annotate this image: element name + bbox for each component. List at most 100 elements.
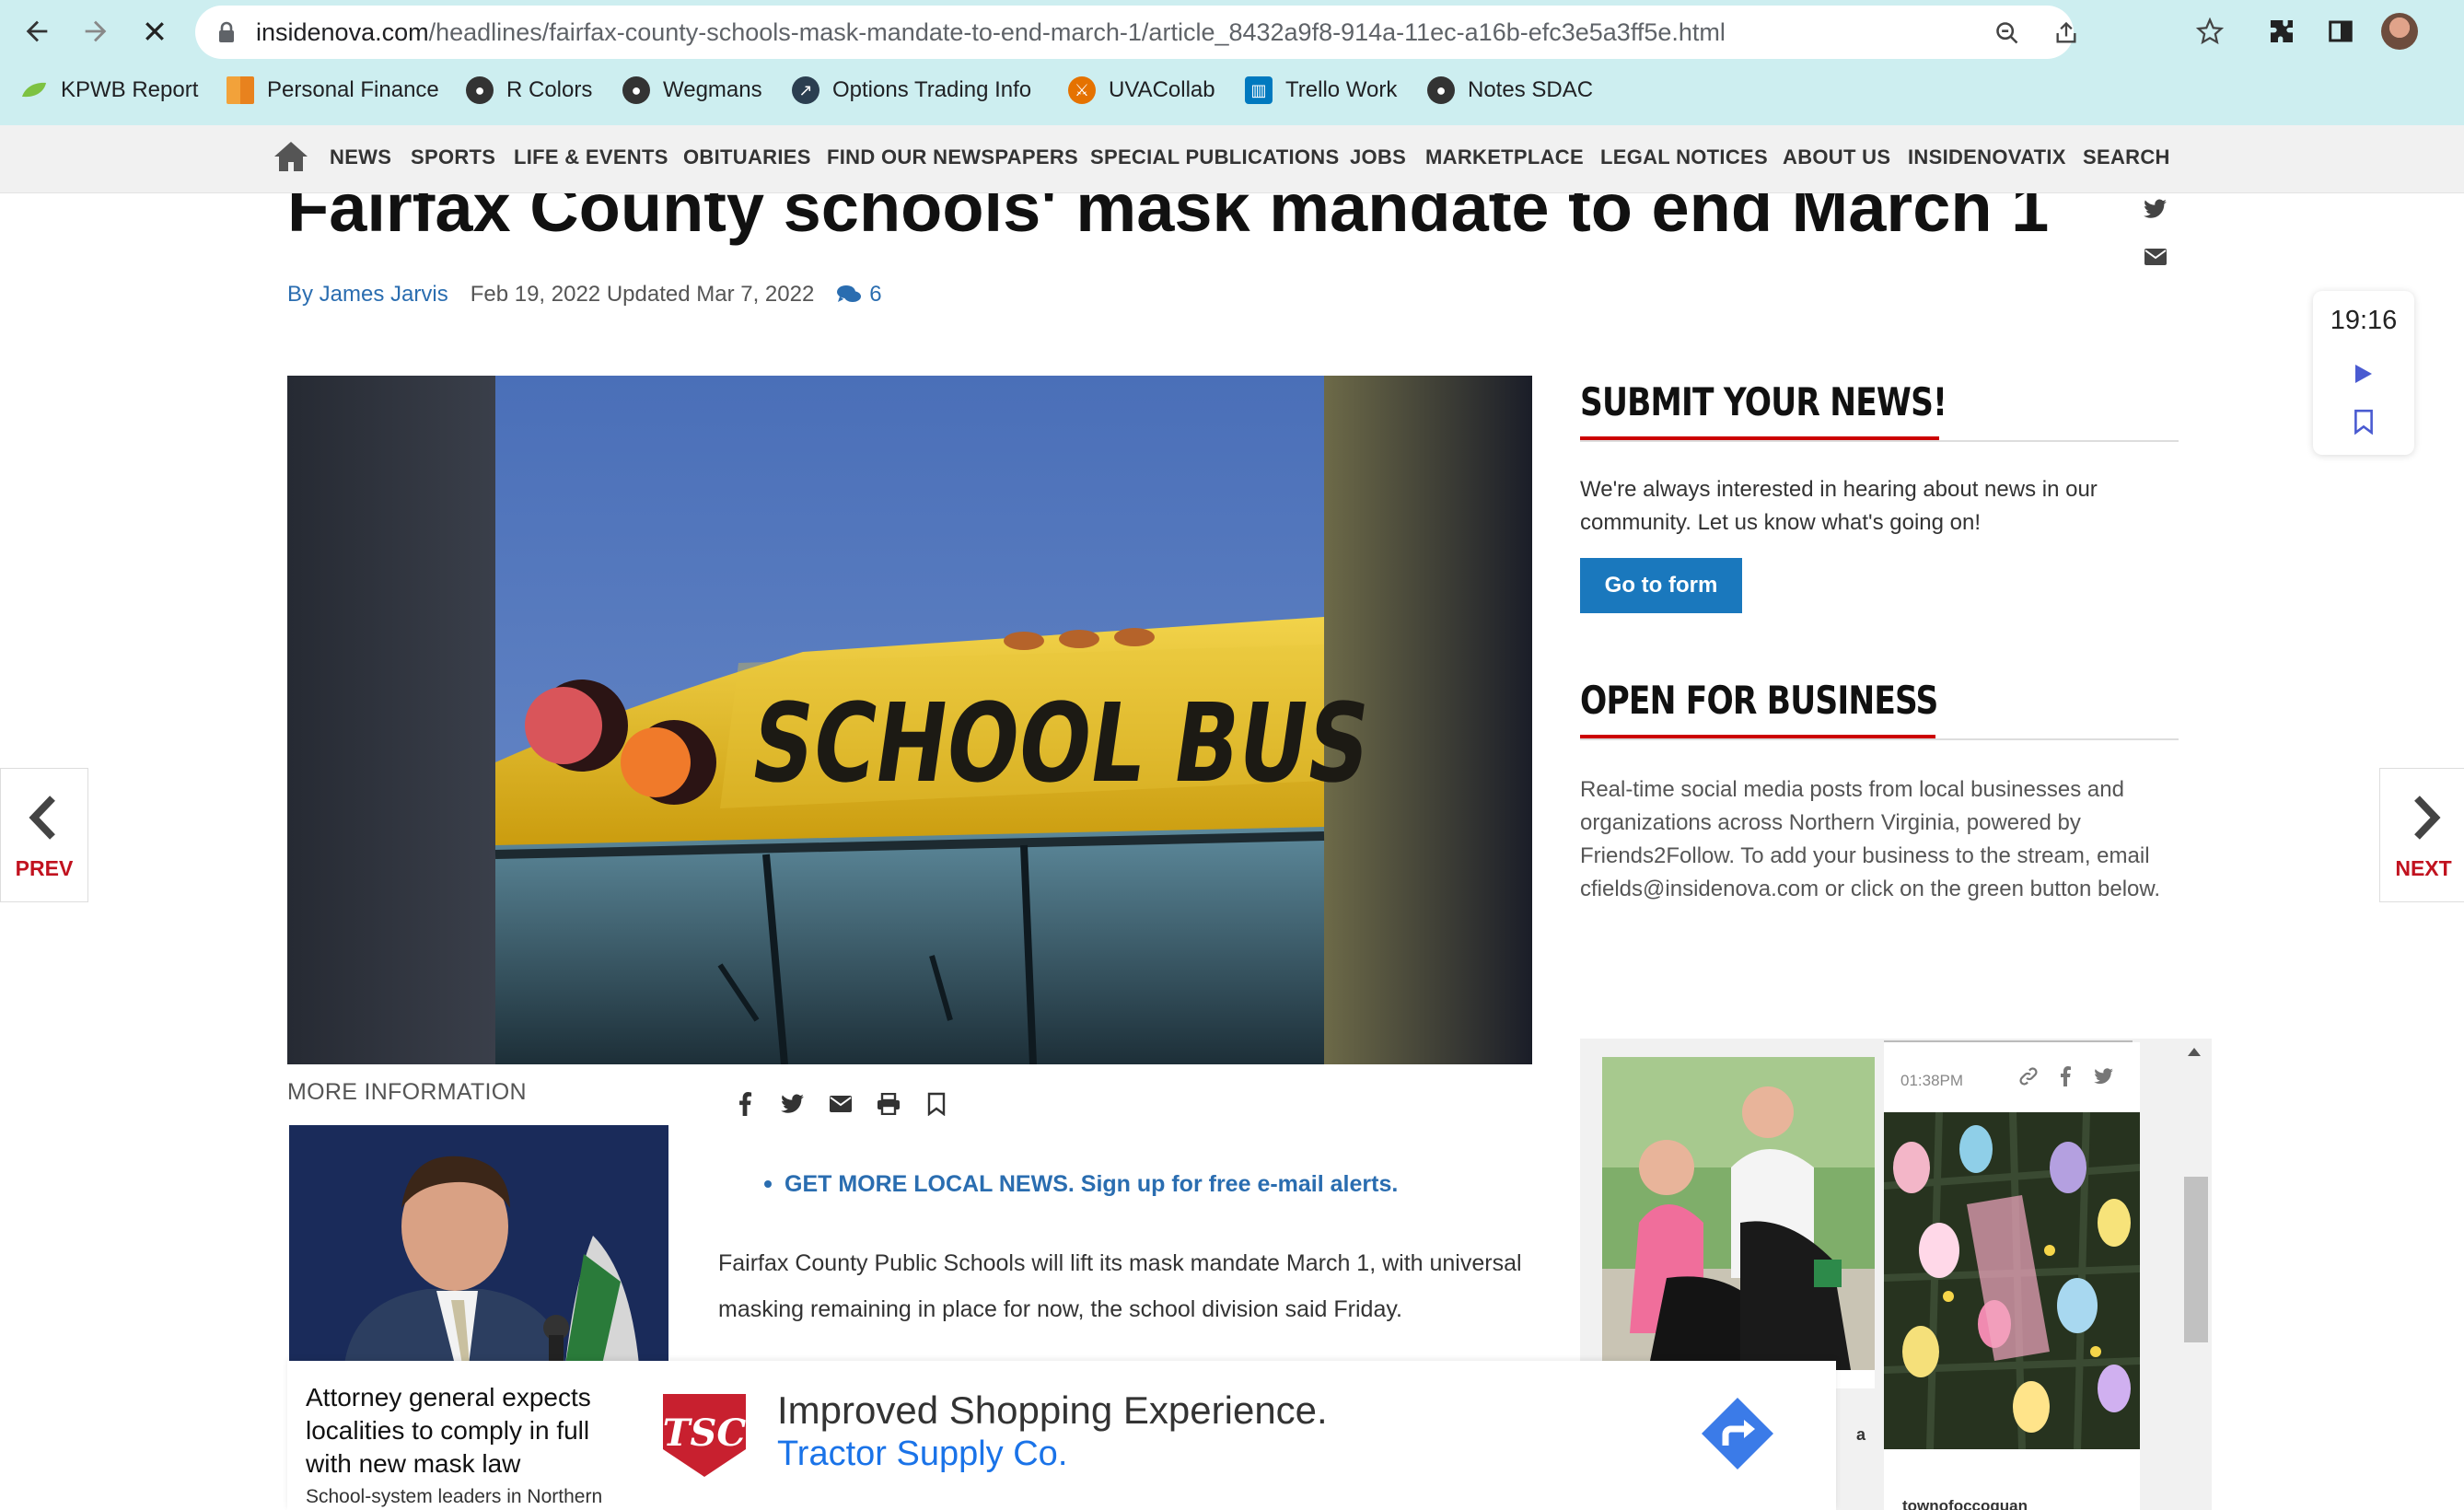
bookmark-r-colors[interactable]: ● R Colors [466, 72, 592, 109]
bookmark-wegmans[interactable]: ● Wegmans [622, 72, 762, 109]
email-share-icon[interactable] [2140, 241, 2171, 273]
bookmark-personal-finance[interactable]: Personal Finance [227, 72, 439, 109]
side-panel-icon[interactable] [2320, 11, 2361, 52]
comments-icon [837, 285, 862, 302]
feed-handle[interactable]: townofoccoquan [1902, 1497, 2028, 1510]
lock-icon [219, 21, 234, 42]
close-icon [145, 22, 164, 41]
facebook-share-icon[interactable] [731, 1090, 759, 1118]
bookmark-icon[interactable] [2354, 409, 2374, 435]
nav-jobs[interactable]: JOBS [1350, 145, 1406, 169]
related-article-snippet: School-system leaders in Northern [306, 1486, 603, 1507]
go-to-form-button[interactable]: Go to form [1580, 558, 1742, 613]
home-icon[interactable] [273, 140, 309, 173]
ad-creative[interactable]: TSC Improved Shopping Experience. Tracto… [630, 1361, 1836, 1510]
related-article-card[interactable]: Attorney general expects localities to c… [287, 1361, 648, 1510]
scroll-up-icon[interactable] [2188, 1048, 2201, 1056]
zoom-icon[interactable] [1991, 17, 2024, 50]
feed-card[interactable]: 01:38PM townofoccoquan [1884, 1042, 2140, 1510]
feed-scrollbar[interactable] [2180, 1039, 2212, 1510]
globe-icon: ● [466, 76, 494, 104]
url-text: insidenova.com/headlines/fairfax-county-… [256, 18, 1726, 46]
toolbar: insidenova.com/headlines/fairfax-county-… [0, 0, 2464, 63]
scrollbar-thumb[interactable] [2184, 1177, 2208, 1342]
bookmark-kpwb[interactable]: KPWB Report [20, 72, 198, 109]
forward-button[interactable] [74, 9, 118, 53]
heading-underline [1580, 436, 1939, 440]
back-button[interactable] [15, 9, 59, 53]
more-information-label: MORE INFORMATION [287, 1079, 527, 1105]
twitter-icon[interactable] [779, 1090, 807, 1118]
related-article-photo[interactable] [289, 1125, 668, 1365]
hero-sign-text: SCHOOL BUS [744, 680, 1377, 807]
prev-article-button[interactable]: PREV [0, 768, 88, 902]
chart-icon: ↗ [792, 76, 819, 104]
bookmark-notes-sdac[interactable]: ● Notes SDAC [1427, 72, 1593, 109]
stop-loading-button[interactable] [133, 9, 177, 53]
share-icon[interactable] [2050, 17, 2083, 50]
next-article-button[interactable]: NEXT [2379, 768, 2464, 902]
author-link[interactable]: By James Jarvis [287, 282, 448, 308]
submit-news-text: We're always interested in hearing about… [1580, 477, 2098, 535]
forward-arrow-icon [85, 20, 107, 42]
related-article-title[interactable]: Attorney general expects localities to c… [306, 1381, 619, 1481]
bookmarks-bar: KPWB Report Personal Finance ● R Colors … [0, 66, 2464, 114]
nav-special-publications[interactable]: SPECIAL PUBLICATIONS [1090, 145, 1339, 169]
open-for-business-text: Real-time social media posts from local … [1580, 777, 2161, 901]
timer-text: 19:16 [2330, 306, 2398, 335]
bookmark-trello-work[interactable]: ▥ Trello Work [1245, 72, 1397, 109]
open-for-business-heading: OPEN FOR BUSINESS [1580, 678, 1938, 723]
nav-marketplace[interactable]: MARKETPLACE [1425, 145, 1584, 169]
profile-avatar[interactable] [2381, 13, 2418, 50]
twitter-share-icon[interactable] [2140, 193, 2171, 225]
feed-text-fragment: a [1856, 1425, 1866, 1444]
trello-icon: ▥ [1245, 76, 1273, 104]
article-paragraph-line: Fairfax County Public Schools will lift … [718, 1250, 1522, 1276]
site-navigation: NEWS SPORTS LIFE & EVENTS OBITUARIES FIN… [0, 125, 2464, 193]
feed-card[interactable] [1602, 1057, 1875, 1388]
svg-text:TSC: TSC [663, 1411, 747, 1455]
nav-search[interactable]: SEARCH [2083, 145, 2170, 169]
submit-news-heading: SUBMIT YOUR NEWS! [1580, 379, 1947, 424]
nav-legal-notices[interactable]: LEGAL NOTICES [1600, 145, 1768, 169]
nav-life-events[interactable]: LIFE & EVENTS [514, 145, 668, 169]
reading-timer-widget: 19:16 [2313, 291, 2414, 455]
link-icon[interactable] [2018, 1066, 2040, 1088]
nav-find-newspapers[interactable]: FIND OUR NEWSPAPERS [827, 145, 1078, 169]
twitter-icon[interactable] [2094, 1068, 2116, 1088]
ad-brand: Tractor Supply Co. [777, 1434, 1068, 1473]
email-icon[interactable] [827, 1090, 854, 1118]
print-icon[interactable] [875, 1090, 902, 1118]
nav-insidenovatix[interactable]: INSIDENOVATIX [1908, 145, 2066, 169]
chevron-left-icon [29, 796, 55, 840]
facebook-icon[interactable] [2059, 1066, 2077, 1088]
star-icon[interactable] [2193, 15, 2226, 48]
ad-banner: Attorney general expects localities to c… [287, 1361, 1836, 1510]
nav-obituaries[interactable]: OBITUARIES [683, 145, 811, 169]
page-viewport: Fairfax County schools' mask mandate to … [0, 193, 2464, 1510]
nav-about-us[interactable]: ABOUT US [1783, 145, 1890, 169]
nav-news[interactable]: NEWS [330, 145, 391, 169]
globe-icon: ● [1427, 76, 1455, 104]
article-date: Feb 19, 2022 Updated Mar 7, 2022 [470, 282, 815, 307]
article-headline: Fairfax County schools' mask mandate to … [287, 193, 2050, 246]
bookmark-uvacollab[interactable]: ⚔ UVACollab [1068, 72, 1215, 109]
grid-icon [227, 76, 254, 104]
prev-label: PREV [15, 856, 74, 880]
article-paragraph-line: masking remaining in place for now, the … [718, 1296, 1402, 1322]
play-icon[interactable] [2355, 365, 2372, 383]
feed-time: 01:38PM [1900, 1072, 1964, 1089]
comments-link[interactable]: 6 [836, 282, 882, 308]
globe-icon: ● [622, 76, 650, 104]
back-arrow-icon [26, 20, 48, 42]
hero-image: SCHOOL BUS [287, 376, 1532, 1064]
ad-title: Improved Shopping Experience. [777, 1388, 1328, 1432]
bookmark-icon[interactable] [923, 1090, 950, 1118]
bookmark-options-trading[interactable]: ↗ Options Trading Info [792, 72, 1031, 109]
extensions-icon[interactable] [2261, 11, 2302, 52]
directions-icon[interactable] [1698, 1394, 1777, 1473]
newsletter-signup-link[interactable]: GET MORE LOCAL NEWS. Sign up for free e-… [763, 1171, 1398, 1198]
next-label: NEXT [2395, 856, 2452, 880]
address-bar[interactable]: insidenova.com/headlines/fairfax-county-… [195, 6, 2076, 59]
nav-sports[interactable]: SPORTS [411, 145, 495, 169]
